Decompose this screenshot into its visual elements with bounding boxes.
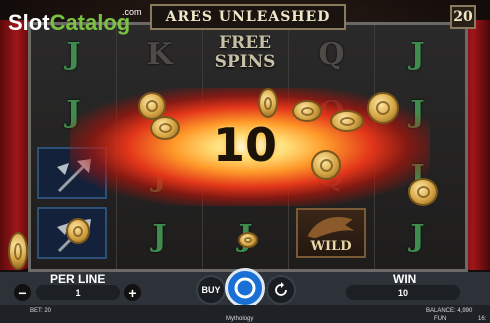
game-title: ARES UNLEASHED: [150, 4, 346, 30]
win-label: WIN: [393, 272, 417, 286]
increase-bet-button[interactable]: +: [124, 284, 141, 301]
free-spins-line2: SPINS: [214, 52, 276, 72]
gold-coin: [367, 92, 399, 124]
gold-coin: [311, 150, 341, 180]
wild-label: WILD: [310, 239, 352, 254]
bet-readout: BET: 20: [30, 308, 52, 314]
gold-coin: [8, 232, 28, 270]
win-value: 10: [346, 285, 460, 300]
clock-readout: 16:: [478, 316, 487, 322]
balance-readout: BALANCE: 4,990: [426, 308, 473, 314]
dragon-icon: [307, 217, 355, 239]
gold-coin: [330, 110, 364, 132]
logo-domain: .com: [122, 7, 142, 17]
symbol-q: Q: [318, 36, 345, 72]
logo-slot-text: Slot: [8, 10, 50, 35]
per-line-label: PER LINE: [50, 272, 106, 286]
logo-catalog-text: Catalog: [49, 10, 131, 35]
autoplay-icon: [275, 282, 287, 296]
decrease-bet-button[interactable]: −: [14, 284, 31, 301]
gold-coin: [408, 178, 438, 206]
game-screen: J J K J J J J: [0, 0, 490, 323]
site-logo: SlotCatalog: [8, 10, 130, 36]
spin-icon: [234, 277, 256, 299]
paylines-badge: 20: [450, 5, 476, 29]
buy-feature-button[interactable]: BUY: [196, 275, 226, 305]
gold-coin: [292, 100, 322, 122]
symbol-j: J: [410, 36, 425, 72]
wild-symbol: WILD: [296, 208, 366, 258]
symbol-j: J: [152, 218, 167, 254]
win-amount-popup: 10: [212, 118, 277, 172]
symbol-j: J: [410, 218, 425, 254]
free-spins-symbol: FREE SPINS: [205, 34, 285, 78]
spin-button[interactable]: [225, 268, 265, 308]
gold-coin: [150, 116, 180, 140]
provider-name: Mythology: [226, 316, 254, 322]
gold-coin: [258, 88, 278, 118]
gold-coin: [238, 232, 258, 248]
free-spins-line1: FREE: [218, 33, 272, 53]
per-line-value: 1: [36, 285, 120, 300]
mode-readout: FUN: [434, 316, 447, 322]
gold-coin: [66, 218, 90, 244]
autoplay-button[interactable]: [266, 275, 296, 305]
